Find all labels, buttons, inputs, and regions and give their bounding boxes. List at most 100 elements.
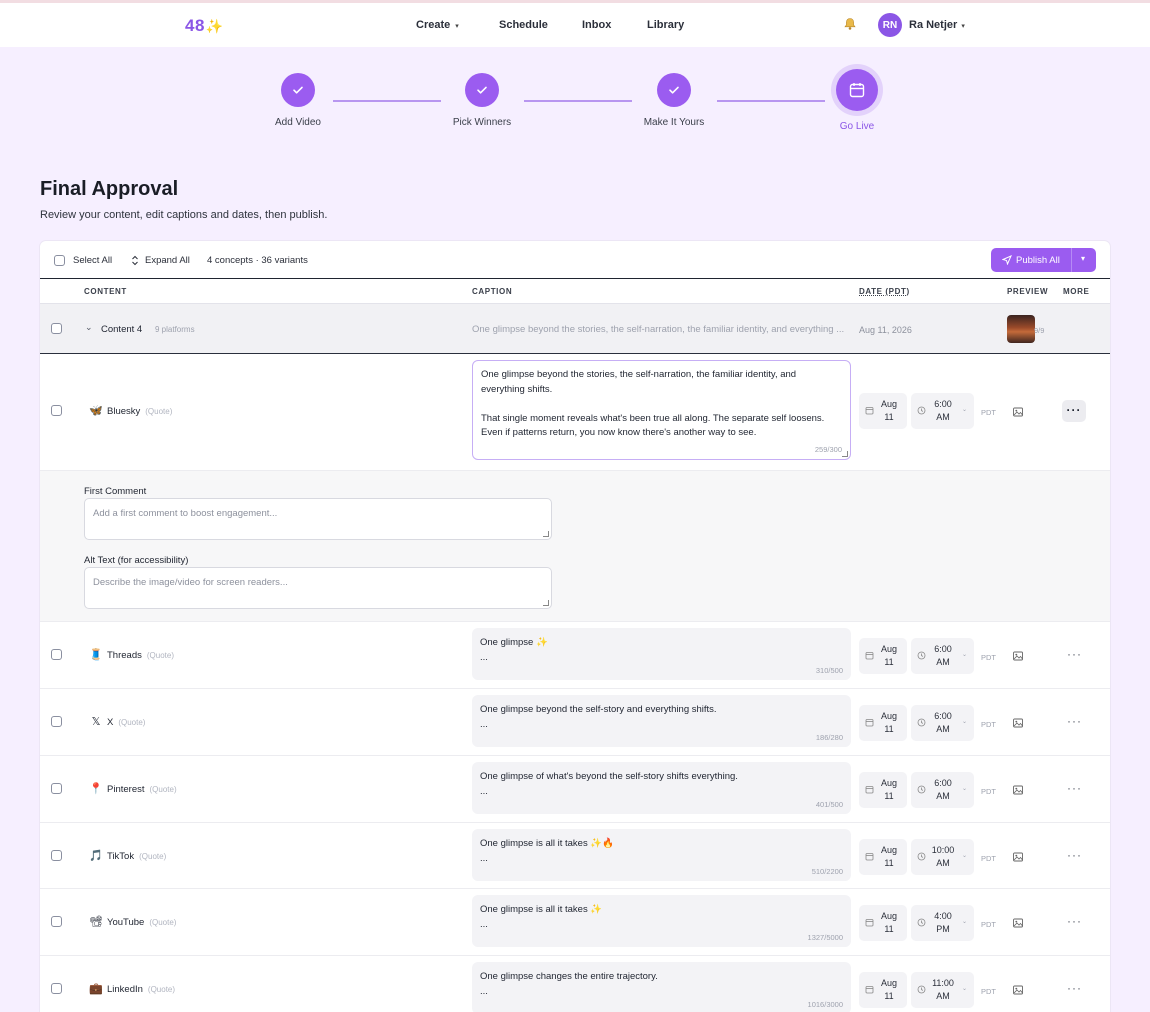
resize-handle[interactable] — [842, 451, 848, 457]
nav-create[interactable]: Create ▾ — [416, 19, 459, 31]
date-picker[interactable]: Aug 11 — [859, 772, 907, 808]
bell-icon[interactable] — [843, 17, 857, 31]
row-checkbox[interactable] — [51, 405, 62, 416]
row-checkbox[interactable] — [51, 783, 62, 794]
platform-label: Bluesky — [107, 406, 141, 417]
caption-text[interactable]: One glimpse beyond the self-story and ev… — [480, 703, 717, 732]
caption-text[interactable]: One glimpse of what's beyond the self-st… — [480, 770, 738, 799]
image-preview-icon[interactable] — [1012, 851, 1024, 863]
time-period: AM — [936, 791, 950, 801]
caption-text[interactable]: One glimpse is all it takes ✨🔥 ... — [480, 837, 614, 866]
step-go-live[interactable]: Go Live — [821, 69, 893, 132]
time-picker[interactable]: 6:00 AM ⌄ — [911, 393, 974, 429]
step-make-it-yours[interactable]: Make It Yours — [629, 73, 719, 128]
platform-tag: (Quote) — [149, 785, 177, 794]
row-checkbox[interactable] — [51, 850, 62, 861]
image-preview-icon[interactable] — [1012, 406, 1024, 418]
nav-schedule[interactable]: Schedule — [499, 19, 548, 31]
time-picker[interactable]: 6:00 AM ⌄ — [911, 772, 974, 808]
caption-text[interactable]: One glimpse is all it takes ✨ ... — [480, 903, 602, 932]
date-month: Aug — [880, 778, 897, 788]
calendar-icon — [865, 919, 874, 927]
app-logo[interactable]: 48✨ — [185, 16, 224, 36]
caption-editor[interactable]: One glimpse of what's beyond the self-st… — [472, 762, 851, 814]
page-title: Final Approval — [40, 178, 179, 200]
avatar[interactable]: RN — [878, 13, 902, 37]
nav-inbox[interactable]: Inbox — [582, 19, 611, 31]
step-label: Pick Winners — [452, 117, 512, 128]
time-picker[interactable]: 6:00 AM ⌄ — [911, 705, 974, 741]
caption-editor[interactable]: One glimpse ✨ ... 310/500 — [472, 628, 851, 680]
date-month: Aug — [880, 845, 897, 855]
more-options-button[interactable]: ··· — [1062, 400, 1086, 422]
caption-editor[interactable]: One glimpse is all it takes ✨ ... 1327/50… — [472, 895, 851, 947]
resize-handle[interactable] — [543, 531, 549, 537]
nav-library[interactable]: Library — [647, 19, 684, 31]
caption-text[interactable]: One glimpse ✨ ... — [480, 636, 548, 665]
check-icon — [281, 73, 315, 107]
image-preview-icon[interactable] — [1012, 717, 1024, 729]
chevron-down-icon: ▾ — [961, 23, 965, 30]
caption-editor[interactable]: One glimpse beyond the stories, the self… — [472, 360, 851, 460]
table-row-pinterest[interactable]: 📍 Pinterest (Quote) One glimpse of what's b… — [40, 756, 1110, 823]
row-checkbox[interactable] — [51, 916, 62, 927]
time-picker[interactable]: 11:00 AM ⌄ — [911, 972, 974, 1008]
more-options-button[interactable]: ··· — [1067, 714, 1082, 728]
user-menu[interactable]: Ra Netjer ▾ — [909, 19, 965, 31]
group-checkbox[interactable] — [51, 323, 62, 334]
table-row-linkedin[interactable]: 💼 LinkedIn (Quote) One glimpse changes the … — [40, 956, 1110, 1012]
column-content: CONTENT — [84, 287, 127, 296]
caption-editor[interactable]: One glimpse beyond the self-story and ev… — [472, 695, 851, 747]
more-options-button[interactable]: ··· — [1067, 914, 1082, 928]
caption-editor[interactable]: One glimpse changes the entire trajector… — [472, 962, 851, 1012]
time-period: AM — [936, 991, 950, 1001]
table-row-tiktok[interactable]: 🎵 TikTok (Quote) One glimpse is all it take… — [40, 823, 1110, 889]
table-row-youtube[interactable]: 📽 YouTube (Quote) One glimpse is all it tak… — [40, 889, 1110, 956]
more-options-button[interactable]: ··· — [1067, 981, 1082, 995]
step-connector — [524, 100, 632, 102]
expand-icon[interactable] — [131, 255, 139, 266]
image-preview-icon[interactable] — [1012, 784, 1024, 796]
date-picker[interactable]: Aug 11 — [859, 638, 907, 674]
image-preview-icon[interactable] — [1012, 984, 1024, 996]
table-row-x[interactable]: 𝕏 X (Quote) One glimpse beyond the self-sto… — [40, 689, 1110, 756]
chevron-down-icon[interactable]: ⌄ — [85, 322, 93, 333]
select-all-checkbox[interactable] — [54, 255, 65, 266]
alt-text-field[interactable]: Describe the image/video for screen read… — [84, 567, 552, 609]
caption-text[interactable]: One glimpse changes the entire trajector… — [480, 970, 658, 999]
select-all-label[interactable]: Select All — [73, 255, 112, 266]
publish-all-button[interactable]: Publish All ▾ — [991, 248, 1096, 272]
date-picker[interactable]: Aug 11 — [859, 839, 907, 875]
time-picker[interactable]: 6:00 AM ⌄ — [911, 638, 974, 674]
video-thumbnail[interactable] — [1007, 315, 1035, 343]
more-options-button[interactable]: ··· — [1067, 848, 1082, 862]
character-count: 510/2200 — [811, 867, 843, 876]
date-picker[interactable]: Aug 11 — [859, 972, 907, 1008]
caption-text[interactable]: One glimpse beyond the stories, the self… — [481, 368, 841, 441]
publish-all-label: Publish All — [1016, 255, 1060, 266]
date-picker[interactable]: Aug 11 — [859, 393, 907, 429]
date-picker[interactable]: Aug 11 — [859, 905, 907, 941]
step-add-video[interactable]: Add Video — [258, 73, 338, 128]
more-options-button[interactable]: ··· — [1067, 781, 1082, 795]
content-group-row[interactable]: ⌄ Content 4 9 platforms One glimpse beyo… — [40, 303, 1110, 354]
caption-editor[interactable]: One glimpse is all it takes ✨🔥 ... 510/22… — [472, 829, 851, 881]
table-row-threads[interactable]: 🧵 Threads (Quote) One glimpse ✨ ... 310/500 A… — [40, 622, 1110, 689]
step-pick-winners[interactable]: Pick Winners — [437, 73, 527, 128]
platform-label: Pinterest — [107, 784, 145, 795]
image-preview-icon[interactable] — [1012, 650, 1024, 662]
time-picker[interactable]: 4:00 PM ⌄ — [911, 905, 974, 941]
first-comment-field[interactable]: Add a first comment to boost engagement.… — [84, 498, 552, 540]
image-preview-icon[interactable] — [1012, 917, 1024, 929]
resize-handle[interactable] — [543, 600, 549, 606]
expand-all-button[interactable]: Expand All — [145, 255, 190, 266]
platform-label: X — [107, 717, 114, 728]
date-picker[interactable]: Aug 11 — [859, 705, 907, 741]
row-checkbox[interactable] — [51, 716, 62, 727]
row-checkbox[interactable] — [51, 649, 62, 660]
table-row-bluesky[interactable]: 🦋 Bluesky (Quote) One glimpse beyond the … — [40, 354, 1110, 471]
time-picker[interactable]: 10:00 AM ⌄ — [911, 839, 974, 875]
more-options-button[interactable]: ··· — [1067, 647, 1082, 661]
row-checkbox[interactable] — [51, 983, 62, 994]
chevron-down-icon[interactable]: ▾ — [1081, 254, 1085, 263]
